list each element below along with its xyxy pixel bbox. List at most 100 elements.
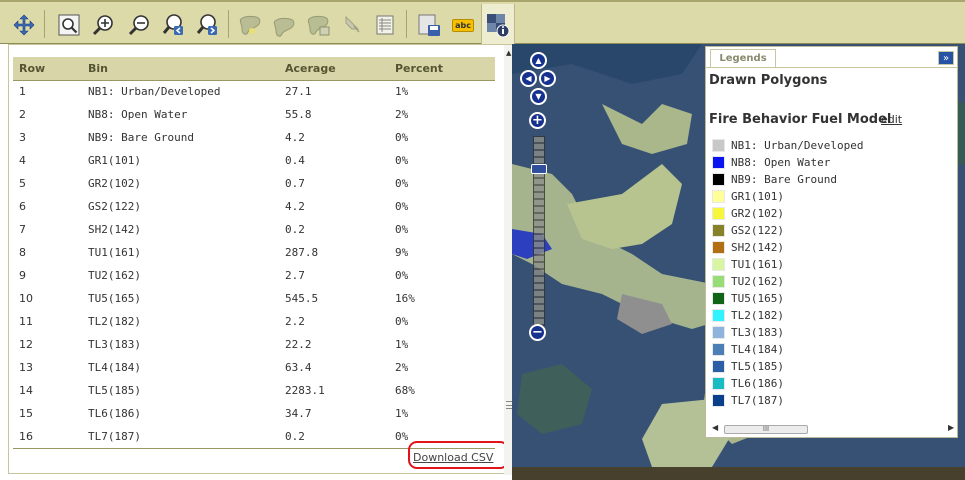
plus-icon: + xyxy=(532,113,543,128)
zoom-next-button[interactable] xyxy=(195,12,221,38)
acreage-cell: 287.8 xyxy=(285,246,319,259)
legend-swatch xyxy=(712,275,725,288)
legend-item-label: NB9: Bare Ground xyxy=(731,173,837,186)
row-number-cell: 1 xyxy=(19,85,26,99)
pan-control: ▲ ◀ ▶ ▼ xyxy=(520,52,556,105)
scroll-right-icon[interactable]: ▶ xyxy=(948,423,954,432)
pan-button[interactable] xyxy=(11,12,37,38)
pan-down-button[interactable]: ▼ xyxy=(530,88,547,105)
row-number-cell: 7 xyxy=(19,223,26,236)
bin-cell: SH2(142) xyxy=(88,223,141,236)
polygon-table-button[interactable] xyxy=(306,12,332,38)
map-info-button[interactable] xyxy=(485,12,511,38)
map-bottom-strip xyxy=(512,467,965,480)
legend-swatch xyxy=(712,173,725,186)
bin-cell: TL6(186) xyxy=(88,407,141,420)
legend-swatch xyxy=(712,190,725,203)
drawn-polygons-title: Drawn Polygons xyxy=(709,73,828,88)
legend-swatch xyxy=(712,258,725,271)
legend-item: TL7(187) xyxy=(712,392,863,409)
attribute-table-icon xyxy=(376,15,394,35)
bin-cell: TU2(162) xyxy=(88,269,141,282)
table-row: 11 TL2(182) 2.2 0% xyxy=(13,310,495,333)
percent-cell: 0% xyxy=(395,269,409,282)
scroll-left-icon[interactable]: ◀ xyxy=(712,423,718,432)
legend-item: GS2(122) xyxy=(712,222,863,239)
arrow-down-icon: ▼ xyxy=(535,92,542,101)
legend-swatch xyxy=(712,394,725,407)
acreage-cell: 34.7 xyxy=(285,407,312,420)
legend-swatch xyxy=(712,377,725,390)
toolbar-separator xyxy=(228,10,229,38)
legend-item: SH2(142) xyxy=(712,239,863,256)
legend-item-label: GS2(122) xyxy=(731,224,784,237)
percent-cell: 1% xyxy=(395,338,409,351)
toolbar-separator xyxy=(406,10,407,38)
edit-fuel-model-link[interactable]: edit xyxy=(881,113,902,126)
acreage-cell: 2.7 xyxy=(285,269,305,282)
row-number-cell: 16 xyxy=(19,430,33,443)
zoom-out-map-button[interactable]: − xyxy=(529,324,546,341)
zoom-in-map-button[interactable]: + xyxy=(529,112,546,129)
legend-item: TU5(165) xyxy=(712,290,863,307)
download-csv-highlight xyxy=(408,441,509,469)
table-row: 10 TU5(165) 545.5 16% xyxy=(13,287,495,310)
legend-item-label: NB8: Open Water xyxy=(731,156,831,169)
edit-polygon-icon xyxy=(273,17,295,37)
bin-cell: TU5(165) xyxy=(88,292,141,305)
zoom-in-button[interactable] xyxy=(90,12,116,38)
table-row: 15 TL6(186) 34.7 1% xyxy=(13,402,495,425)
acreage-cell: 22.2 xyxy=(285,338,312,351)
zoom-extent-button[interactable] xyxy=(56,12,82,38)
legend-item: TL4(184) xyxy=(712,341,863,358)
pan-right-button[interactable]: ▶ xyxy=(539,70,556,87)
legend-swatch xyxy=(712,343,725,356)
attribute-table-button[interactable] xyxy=(372,12,398,38)
legend-swatch xyxy=(712,309,725,322)
save-map-button[interactable] xyxy=(416,12,442,38)
legend-item-label: TL5(185) xyxy=(731,360,784,373)
legend-horizontal-scrollbar[interactable]: ◀ III ▶ xyxy=(710,423,957,435)
zoom-previous-icon xyxy=(162,14,183,35)
row-number-cell: 15 xyxy=(19,407,33,420)
legend-item-label: NB1: Urban/Developed xyxy=(731,139,864,152)
scroll-thumb[interactable]: III xyxy=(724,425,808,434)
acreage-cell: 0.4 xyxy=(285,154,305,167)
bin-cell: TL7(187) xyxy=(88,430,141,443)
pan-left-button[interactable]: ◀ xyxy=(520,70,537,87)
row-number-cell: 11 xyxy=(19,315,33,328)
legend-item: NB9: Bare Ground xyxy=(712,171,863,188)
zoom-extent-icon xyxy=(58,14,80,36)
legend-swatch xyxy=(712,326,725,339)
zoom-out-button[interactable] xyxy=(126,12,152,38)
legend-item-label: SH2(142) xyxy=(731,241,784,254)
scroll-up-icon[interactable]: ▲ xyxy=(506,49,511,57)
legend-item-label: TL7(187) xyxy=(731,394,784,407)
table-row: 1 NB1: Urban/Developed 27.1 1% xyxy=(13,80,495,103)
percent-cell: 0% xyxy=(395,131,409,144)
acreage-cell: 2283.1 xyxy=(285,384,325,397)
bin-cell: TL3(183) xyxy=(88,338,141,351)
bin-cell: GR2(102) xyxy=(88,177,141,190)
zoom-previous-button[interactable] xyxy=(161,12,187,38)
select-arrow-button[interactable] xyxy=(339,12,365,38)
percent-cell: 0% xyxy=(395,177,409,190)
row-number-cell: 8 xyxy=(19,246,26,259)
table-row: 2 NB8: Open Water 55.8 2% xyxy=(13,103,495,126)
collapse-legend-button[interactable]: » xyxy=(938,51,954,65)
label-button[interactable]: abc xyxy=(450,12,476,38)
legends-tab[interactable]: Legends xyxy=(710,49,776,67)
legend-item: NB1: Urban/Developed xyxy=(712,137,863,154)
acreage-cell: 0.2 xyxy=(285,430,305,443)
pan-up-button[interactable]: ▲ xyxy=(530,52,547,69)
legend-item-label: GR2(102) xyxy=(731,207,784,220)
row-number-cell: 14 xyxy=(19,384,33,397)
draw-polygon-button[interactable] xyxy=(238,12,264,38)
acreage-cell: 63.4 xyxy=(285,361,312,374)
zoom-slider-handle[interactable] xyxy=(531,164,547,174)
edit-polygon-button[interactable] xyxy=(272,12,298,38)
polygon-table-icon xyxy=(307,15,330,36)
map-toolbar: abc xyxy=(0,0,965,44)
bin-cell: NB1: Urban/Developed xyxy=(88,85,221,99)
column-header-percent: Percent xyxy=(389,57,495,81)
